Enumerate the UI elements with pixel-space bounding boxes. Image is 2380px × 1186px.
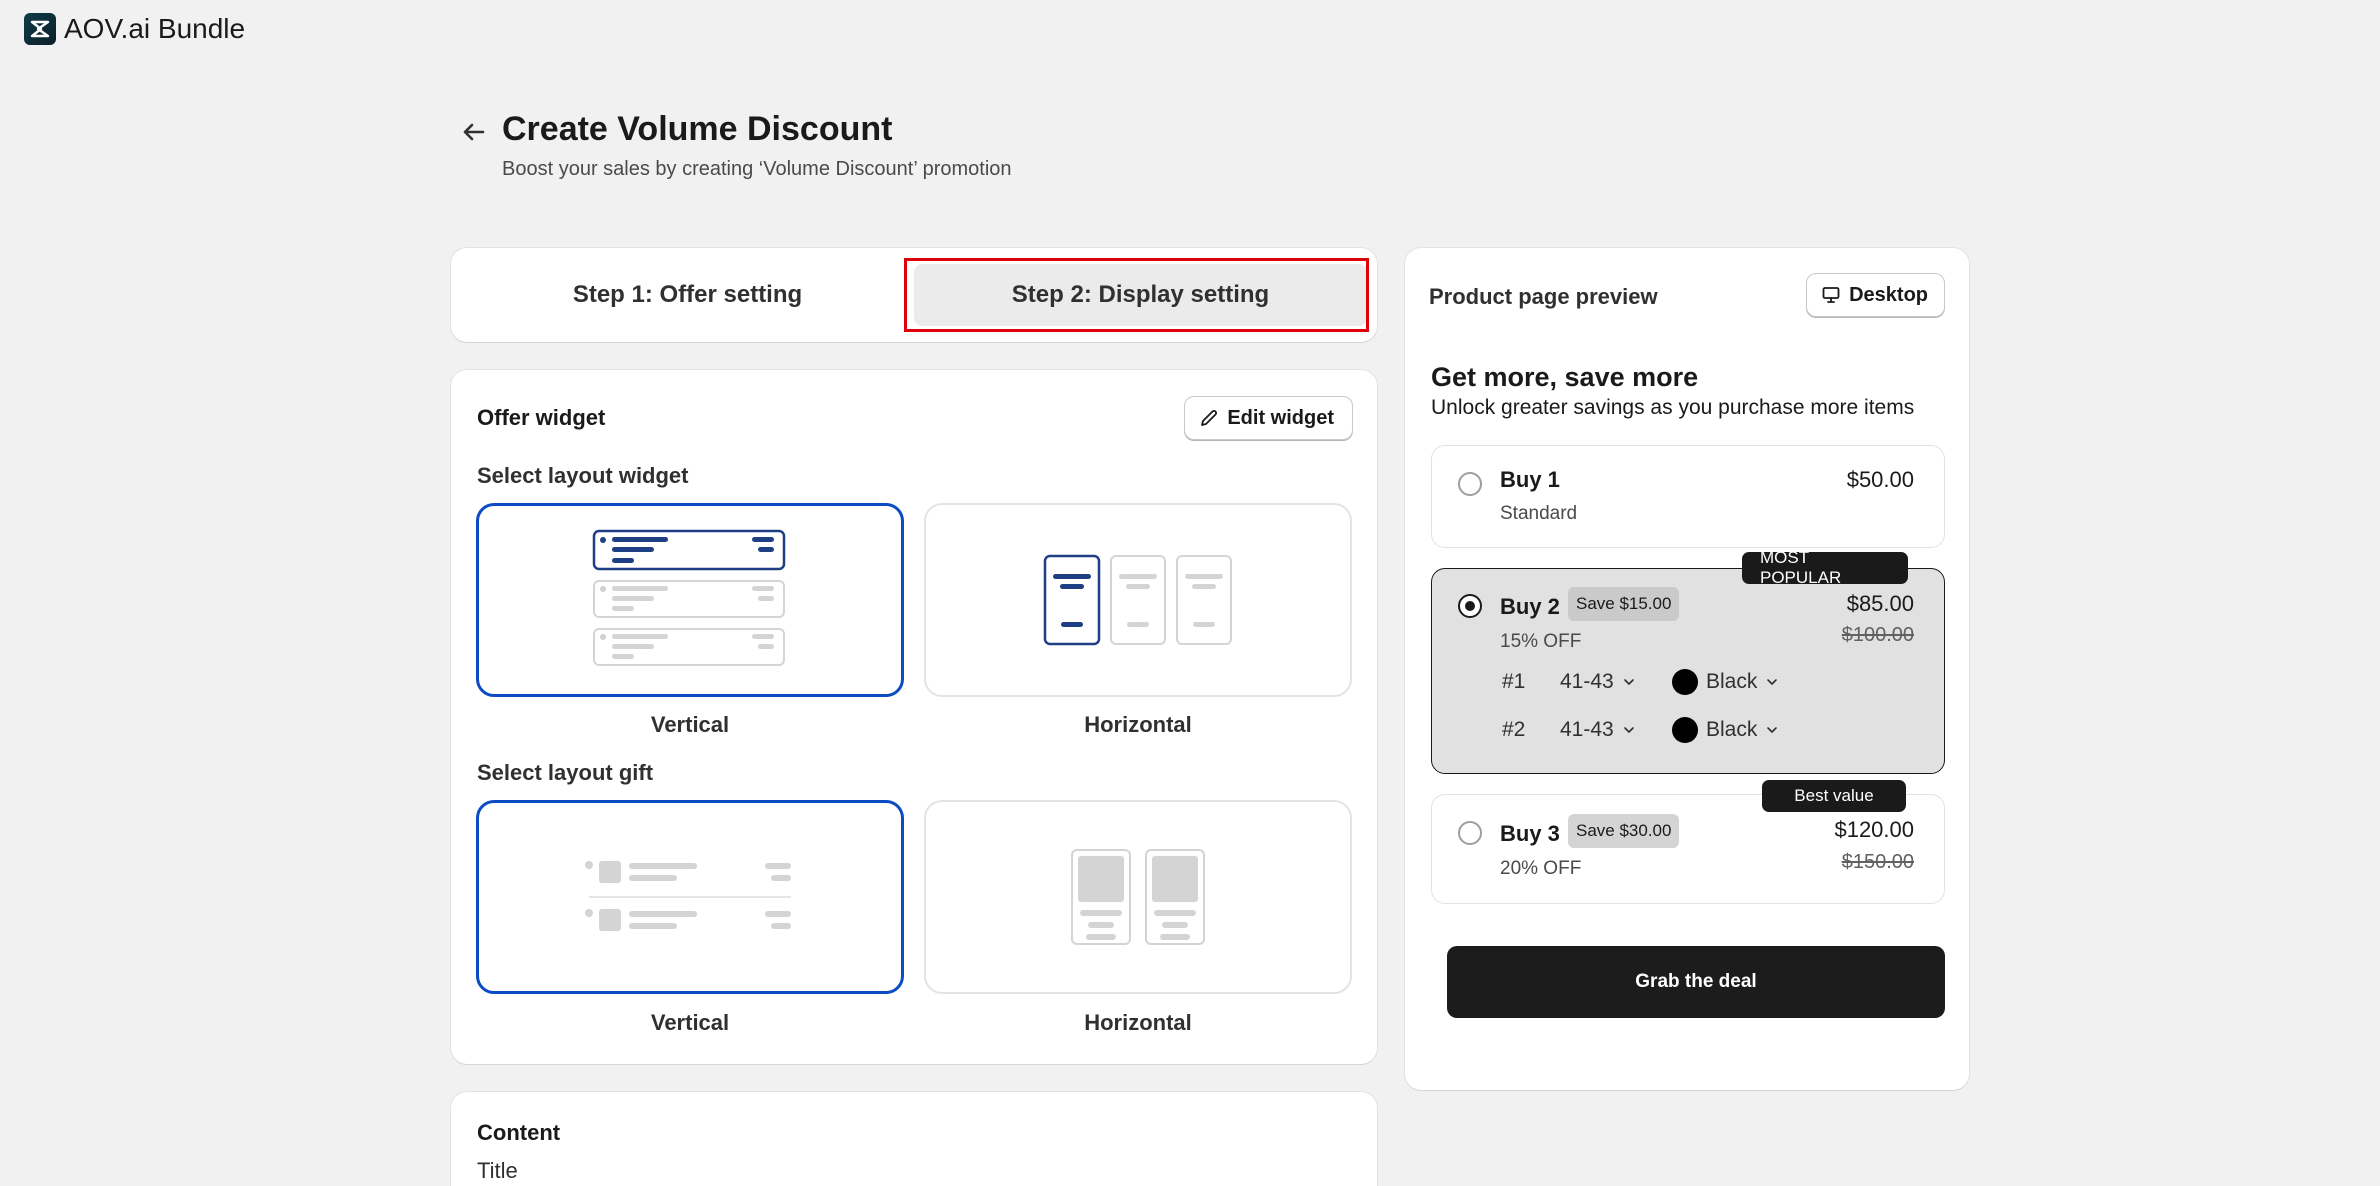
size-select[interactable]: 41-43 [1560, 670, 1672, 694]
tier-price: $120.00 [1834, 817, 1914, 842]
gift-vertical-illustration [585, 861, 791, 931]
most-popular-ribbon: MOST POPULAR [1742, 548, 1908, 587]
tier-name: Buy 2 [1500, 594, 1560, 619]
tier-radio[interactable] [1458, 821, 1482, 845]
pencil-icon [1201, 410, 1218, 426]
tier-price: $85.00 [1846, 591, 1914, 616]
edit-widget-button[interactable]: Edit widget [1184, 396, 1353, 440]
variant-number: #1 [1502, 670, 1526, 693]
tier-subtext: Standard [1500, 503, 1578, 524]
size-select[interactable]: 41-43 [1560, 718, 1672, 742]
layout-widget-horizontal-option[interactable] [924, 503, 1352, 697]
layout-gift-horizontal-option[interactable] [924, 800, 1352, 994]
grab-deal-button[interactable]: Grab the deal [1447, 946, 1945, 1018]
tier-buy-1[interactable]: Buy 1 Standard $50.00 [1431, 445, 1945, 548]
chevron-down-icon [1767, 727, 1778, 733]
gift-horizontal-illustration [1071, 849, 1205, 945]
preview-title: Product page preview [1429, 284, 1658, 309]
layout-widget-horizontal-label: Horizontal [1084, 712, 1192, 737]
tier-radio[interactable] [1458, 472, 1482, 496]
page-title: Create Volume Discount [502, 110, 893, 148]
layout-widget-label: Select layout widget [477, 463, 689, 488]
offer-widget-card: Offer widget Edit widget Select layout w… [451, 370, 1377, 1064]
variant-number: #2 [1502, 718, 1526, 741]
product-page-preview-card: Product page preview Desktop Get more, s… [1405, 248, 1969, 1090]
layout-widget-vertical-option[interactable] [476, 503, 904, 697]
app-logo-icon [24, 13, 56, 45]
tier-buy-2[interactable]: Buy 2 Save $15.00 15% OFF $85.00 $100.00… [1431, 568, 1945, 774]
tier-old-price: $100.00 [1841, 624, 1914, 646]
tab-offer-setting[interactable]: Step 1: Offer setting [461, 264, 914, 326]
widget-heading: Get more, save more [1431, 362, 1699, 392]
app-title: AOV.ai Bundle [64, 13, 246, 44]
desktop-label: Desktop [1849, 283, 1928, 306]
vertical-list-illustration [592, 529, 786, 666]
app-topbar: AOV.ai Bundle [0, 0, 2380, 58]
variant-row-1: #1 41-43 Black [1502, 669, 1779, 695]
offer-widget-title: Offer widget [477, 405, 606, 430]
step-tabs: Step 1: Offer setting Step 2: Display se… [451, 248, 1377, 342]
tier-name: Buy 3 [1500, 821, 1560, 846]
layout-gift-vertical-option[interactable] [476, 800, 904, 994]
color-swatch [1672, 669, 1698, 695]
desktop-toggle-button[interactable]: Desktop [1806, 273, 1945, 317]
size-value: 41-43 [1560, 718, 1614, 741]
tier-name: Buy 1 [1500, 467, 1560, 492]
desktop-icon [1822, 287, 1840, 303]
tier-old-price: $150.00 [1841, 851, 1914, 873]
layout-gift-horizontal-label: Horizontal [1084, 1010, 1192, 1035]
color-value: Black [1706, 718, 1758, 741]
back-arrow-icon[interactable] [458, 116, 490, 148]
layout-gift-vertical-label: Vertical [650, 1010, 730, 1035]
color-swatch [1672, 717, 1698, 743]
widget-subheading: Unlock greater savings as you purchase m… [1431, 396, 1915, 419]
variant-row-2: #2 41-43 Black [1502, 717, 1779, 743]
layout-widget-vertical-label: Vertical [650, 712, 730, 737]
layout-gift-label: Select layout gift [477, 760, 654, 785]
tier-subtext: 15% OFF [1500, 631, 1582, 652]
chevron-down-icon [1623, 727, 1634, 733]
page-subtitle: Boost your sales by creating ‘Volume Dis… [502, 158, 1012, 180]
tier-radio-selected[interactable] [1458, 594, 1482, 618]
content-title: Content [477, 1120, 561, 1145]
size-value: 41-43 [1560, 670, 1614, 693]
best-value-ribbon: Best value [1762, 780, 1906, 812]
save-badge: Save $15.00 [1568, 587, 1680, 621]
content-card: Content Title [451, 1092, 1377, 1186]
save-badge: Save $30.00 [1568, 814, 1680, 848]
color-select[interactable]: Black [1672, 717, 1779, 743]
color-value: Black [1706, 670, 1758, 693]
chevron-down-icon [1767, 679, 1778, 685]
color-select[interactable]: Black [1672, 669, 1779, 695]
chevron-down-icon [1623, 679, 1634, 685]
edit-widget-label: Edit widget [1227, 406, 1334, 429]
tier-price: $50.00 [1846, 467, 1914, 492]
content-title-field-label: Title [477, 1158, 518, 1183]
horizontal-cards-illustration [1043, 554, 1232, 646]
tab-display-setting[interactable]: Step 2: Display setting [904, 258, 1369, 332]
tier-subtext: 20% OFF [1500, 858, 1582, 879]
